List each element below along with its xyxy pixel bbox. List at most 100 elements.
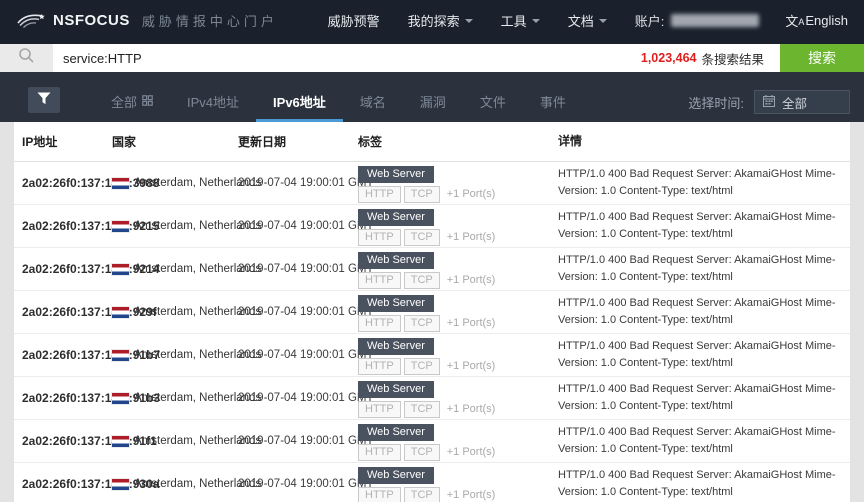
search-input[interactable] xyxy=(53,44,641,72)
search-icon xyxy=(18,47,35,69)
tags-cell: Web Server HTTP TCP +1 Port(s) xyxy=(358,379,558,418)
tag-port-protocol: HTTP xyxy=(358,487,401,502)
search-icon-cell xyxy=(0,44,53,72)
time-range-select[interactable]: 全部 xyxy=(754,90,850,114)
ip-address[interactable]: 2a02:26f0:137:180::91f1 xyxy=(14,434,112,448)
brand-name: NSFOCUS xyxy=(53,12,130,29)
tab-event[interactable]: 事件 xyxy=(523,92,583,122)
nav-item-docs[interactable]: 文档 xyxy=(568,11,607,30)
tab-all[interactable]: 全部 xyxy=(94,92,170,122)
tab-ipv6[interactable]: IPv6地址 xyxy=(256,92,343,122)
detail-text: HTTP/1.0 400 Bad Request Server: AkamaiG… xyxy=(558,467,850,501)
ip-address[interactable]: 2a02:26f0:137:180::930a xyxy=(14,477,112,491)
tab-domain[interactable]: 域名 xyxy=(343,92,403,122)
nav-item-threat-warning[interactable]: 威胁预警 xyxy=(328,11,380,30)
table-row[interactable]: 2a02:26f0:137:180::929f Amsterdam, Nethe… xyxy=(14,291,850,334)
update-date: 2019-07-04 19:00:01 GMT xyxy=(238,263,358,275)
netherlands-flag-icon xyxy=(112,178,129,189)
table-row[interactable]: 2a02:26f0:137:180::91f1 Amsterdam, Nethe… xyxy=(14,420,850,463)
ip-address[interactable]: 2a02:26f0:137:180::91b7 xyxy=(14,348,112,362)
time-filter-label: 选择时间: xyxy=(688,93,744,112)
tag-web-server: Web Server xyxy=(358,295,434,312)
table-row[interactable]: 2a02:26f0:137:183::3988 Amsterdam, Nethe… xyxy=(14,162,850,205)
tab-vulnerability[interactable]: 漏洞 xyxy=(403,92,463,122)
results-area: IP地址国家更新日期标签详情 2a02:26f0:137:183::3988 A… xyxy=(0,122,864,502)
chevron-down-icon xyxy=(465,19,473,23)
tag-port-protocol: HTTP xyxy=(358,315,401,332)
nsfocus-logo-icon xyxy=(16,11,46,29)
search-bar: 1,023,464 条搜索结果 搜索 xyxy=(0,44,864,72)
tag-port-protocol: TCP xyxy=(404,444,440,461)
tags-cell: Web Server HTTP TCP +1 Port(s) xyxy=(358,164,558,203)
tag-port-protocol: HTTP xyxy=(358,186,401,203)
nav-item-label: 工具 xyxy=(501,11,527,30)
tag-port-protocol: TCP xyxy=(404,401,440,418)
top-section: NSFOCUS 威胁情报中心门户 威胁预警 我的探索 工具 文档 账户: 文 A En… xyxy=(0,0,864,72)
ip-address[interactable]: 2a02:26f0:137:180::929f xyxy=(14,305,112,319)
update-date: 2019-07-04 19:00:01 GMT xyxy=(238,392,358,404)
tag-web-server: Web Server xyxy=(358,381,434,398)
more-ports-label: +1 Port(s) xyxy=(447,274,496,286)
tab-ipv4[interactable]: IPv4地址 xyxy=(170,92,256,122)
tags-cell: Web Server HTTP TCP +1 Port(s) xyxy=(358,465,558,502)
tab-label: IPv6地址 xyxy=(273,92,326,111)
column-header: 国家 xyxy=(112,133,238,150)
netherlands-flag-icon xyxy=(112,479,129,490)
filter-funnel-button[interactable] xyxy=(28,87,60,113)
table-row[interactable]: 2a02:26f0:137:180::9214 Amsterdam, Nethe… xyxy=(14,248,850,291)
tag-port-protocol: TCP xyxy=(404,358,440,375)
tags-cell: Web Server HTTP TCP +1 Port(s) xyxy=(358,336,558,375)
time-filter: 选择时间: 全部 xyxy=(688,90,850,114)
nav-item-label: 威胁预警 xyxy=(328,11,380,30)
country-cell: Amsterdam, Netherlands xyxy=(112,306,238,318)
ip-address[interactable]: 2a02:26f0:137:180::9214 xyxy=(14,262,112,276)
tags-cell: Web Server HTTP TCP +1 Port(s) xyxy=(358,250,558,289)
tags-cell: Web Server HTTP TCP +1 Port(s) xyxy=(358,293,558,332)
table-row[interactable]: 2a02:26f0:137:180::91b3 Amsterdam, Nethe… xyxy=(14,377,850,420)
netherlands-flag-icon xyxy=(112,350,129,361)
country-cell: Amsterdam, Netherlands xyxy=(112,478,238,490)
detail-text: HTTP/1.0 400 Bad Request Server: AkamaiG… xyxy=(558,338,850,372)
ip-address[interactable]: 2a02:26f0:137:180::91b3 xyxy=(14,391,112,405)
detail-text: HTTP/1.0 400 Bad Request Server: AkamaiG… xyxy=(558,381,850,415)
tag-web-server: Web Server xyxy=(358,209,434,226)
column-header: 更新日期 xyxy=(238,133,358,150)
tag-web-server: Web Server xyxy=(358,338,434,355)
column-header: 标签 xyxy=(358,133,558,150)
tags-cell: Web Server HTTP TCP +1 Port(s) xyxy=(358,422,558,461)
calendar-icon xyxy=(763,95,775,110)
account-name-redacted xyxy=(671,14,759,27)
tag-port-protocol: TCP xyxy=(404,229,440,246)
detail-text: HTTP/1.0 400 Bad Request Server: AkamaiG… xyxy=(558,166,850,200)
netherlands-flag-icon xyxy=(112,307,129,318)
tags-cell: Web Server HTTP TCP +1 Port(s) xyxy=(358,207,558,246)
more-ports-label: +1 Port(s) xyxy=(447,188,496,200)
account[interactable]: 账户: xyxy=(635,11,760,30)
tag-port-protocol: HTTP xyxy=(358,444,401,461)
nav-item-tools[interactable]: 工具 xyxy=(501,11,540,30)
column-header: 详情 xyxy=(558,132,850,151)
nav-item-my-explore[interactable]: 我的探索 xyxy=(408,11,473,30)
ip-address[interactable]: 2a02:26f0:137:183::3988 xyxy=(14,176,112,190)
search-button[interactable]: 搜索 xyxy=(780,44,864,72)
table-row[interactable]: 2a02:26f0:137:180::9215 Amsterdam, Nethe… xyxy=(14,205,850,248)
table-row[interactable]: 2a02:26f0:137:180::91b7 Amsterdam, Nethe… xyxy=(14,334,850,377)
result-type-tabs: 全部IPv4地址 IPv6地址域名漏洞文件事件 xyxy=(94,92,583,122)
more-ports-label: +1 Port(s) xyxy=(447,489,496,501)
brand[interactable]: NSFOCUS 威胁情报中心门户 xyxy=(16,11,278,30)
table-row[interactable]: 2a02:26f0:137:180::930a Amsterdam, Nethe… xyxy=(14,463,850,502)
funnel-icon xyxy=(37,92,51,108)
more-ports-label: +1 Port(s) xyxy=(447,360,496,372)
detail-text: HTTP/1.0 400 Bad Request Server: AkamaiG… xyxy=(558,209,850,243)
update-date: 2019-07-04 19:00:01 GMT xyxy=(238,306,358,318)
grid-view-icon xyxy=(142,94,153,109)
detail-text: HTTP/1.0 400 Bad Request Server: AkamaiG… xyxy=(558,252,850,286)
netherlands-flag-icon xyxy=(112,221,129,232)
update-date: 2019-07-04 19:00:01 GMT xyxy=(238,478,358,490)
tab-file[interactable]: 文件 xyxy=(463,92,523,122)
table-body: 2a02:26f0:137:183::3988 Amsterdam, Nethe… xyxy=(14,162,850,502)
result-count-number: 1,023,464 xyxy=(641,51,697,65)
ip-address[interactable]: 2a02:26f0:137:180::9215 xyxy=(14,219,112,233)
country-cell: Amsterdam, Netherlands xyxy=(112,263,238,275)
language-switcher[interactable]: 文 A English xyxy=(785,11,848,30)
